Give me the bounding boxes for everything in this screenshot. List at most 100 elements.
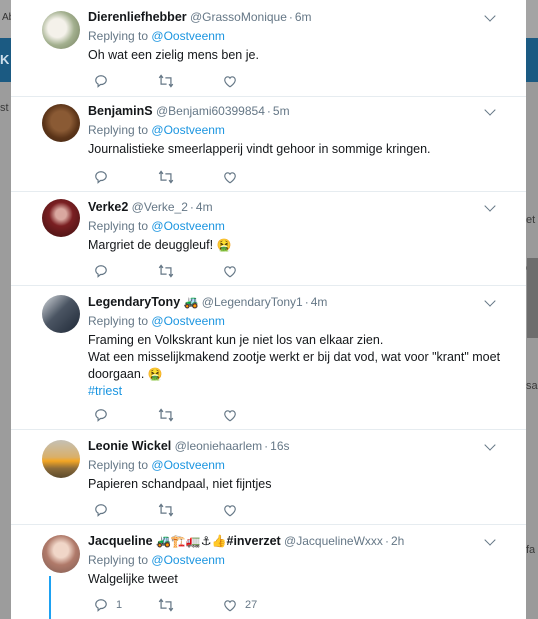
tweet-actions <box>88 407 388 423</box>
avatar[interactable] <box>42 11 80 49</box>
like-button[interactable]: 27 <box>223 597 257 613</box>
replying-to-label: Replying to <box>88 123 149 137</box>
timestamp[interactable]: 4m <box>311 295 328 309</box>
chevron-down-icon[interactable] <box>484 200 496 212</box>
reply-tweet[interactable]: Dierenliefhebber @GrassoMonique · 6m Reply… <box>11 0 526 97</box>
chevron-down-icon[interactable] <box>484 295 496 307</box>
tweet-actions <box>88 73 388 89</box>
reply-tweet[interactable]: Leonie Wickel @leoniehaarlem · 16s Replyin… <box>11 429 526 525</box>
timestamp[interactable]: 2h <box>391 534 404 548</box>
replying-to: Replying to @Oostveenm <box>88 28 512 44</box>
like-button[interactable] <box>223 73 237 89</box>
reply-button[interactable] <box>94 169 108 185</box>
like-button[interactable] <box>223 263 237 279</box>
retweet-button[interactable] <box>158 597 174 613</box>
hashtag-link[interactable]: #triest <box>88 383 512 400</box>
background-right-fragment-3: sa <box>526 380 538 392</box>
user-handle[interactable]: @LegendaryTony1 <box>202 295 303 309</box>
mention-link[interactable]: @Oostveenm <box>151 123 225 137</box>
avatar[interactable] <box>42 104 80 142</box>
reply-tweet[interactable]: BenjaminS @Benjami60399854 · 5m Replying t… <box>11 96 526 192</box>
reply-button[interactable] <box>94 502 108 518</box>
user-handle[interactable]: @leoniehaarlem <box>175 439 263 453</box>
replying-to-label: Replying to <box>88 29 149 43</box>
tweet-text-line: Framing en Volkskrant kun je niet los va… <box>88 333 384 347</box>
user-handle[interactable]: @GrassoMonique <box>190 10 287 24</box>
reply-tweet[interactable]: Verke2 @Verke_2 · 4m Replying to @Oostveen… <box>11 191 526 286</box>
avatar[interactable] <box>42 199 80 237</box>
background-right-fragment-1: et w <box>526 214 538 226</box>
timestamp[interactable]: 4m <box>196 200 213 214</box>
background-nav-label: K <box>0 52 10 67</box>
reply-button[interactable] <box>94 73 108 89</box>
separator-dot: · <box>189 200 194 214</box>
retweet-button[interactable] <box>158 169 174 185</box>
mention-link[interactable]: @Oostveenm <box>151 219 225 233</box>
avatar[interactable] <box>42 535 80 573</box>
user-name[interactable]: Leonie Wickel <box>88 439 171 453</box>
chevron-down-icon[interactable] <box>484 104 496 116</box>
tweet-text: Walgelijke tweet <box>88 572 178 586</box>
retweet-icon <box>158 408 174 422</box>
user-name[interactable]: Dierenliefhebber <box>88 10 187 24</box>
name-hashtag: #inverzet <box>226 534 281 548</box>
user-handle[interactable]: @Benjami60399854 <box>156 104 265 118</box>
tweet-text: Margriet de deuggleuf! 🤮 <box>88 237 512 254</box>
like-button[interactable] <box>223 169 237 185</box>
reply-button[interactable] <box>94 407 108 423</box>
replying-to: Replying to @Oostveenm <box>88 457 512 473</box>
mention-link[interactable]: @Oostveenm <box>151 553 225 567</box>
chevron-down-icon[interactable] <box>484 10 496 22</box>
user-handle[interactable]: @Verke_2 <box>132 200 188 214</box>
tweet-text: Journalistieke smeerlapperij vindt gehoo… <box>88 142 431 156</box>
heart-icon <box>224 265 236 277</box>
thread-line <box>49 576 51 619</box>
tweet-text-line: doorgaan. <box>88 367 145 381</box>
like-button[interactable] <box>223 502 237 518</box>
tractor-emoji: 🚜 <box>183 295 199 309</box>
like-button[interactable] <box>223 407 237 423</box>
user-handle[interactable]: @JacquelineWxxx <box>284 534 383 548</box>
user-name[interactable]: Verke2 <box>88 200 128 214</box>
user-name[interactable]: Jacqueline <box>88 534 153 548</box>
separator-dot: · <box>264 439 269 453</box>
reply-button[interactable]: 1 <box>94 597 122 613</box>
timestamp[interactable]: 5m <box>273 104 290 118</box>
retweet-button[interactable] <box>158 263 174 279</box>
retweet-icon <box>158 264 174 278</box>
background-left-strip: st <box>0 82 11 619</box>
background-right-fragment-4: fa <box>526 544 536 556</box>
user-name[interactable]: BenjaminS <box>88 104 153 118</box>
replying-to-label: Replying to <box>88 458 149 472</box>
mention-link[interactable]: @Oostveenm <box>151 458 225 472</box>
chevron-down-icon[interactable] <box>484 534 496 546</box>
user-name[interactable]: LegendaryTony <box>88 295 180 309</box>
retweet-button[interactable] <box>158 73 174 89</box>
mention-link[interactable]: @Oostveenm <box>151 314 225 328</box>
heart-icon <box>224 75 236 87</box>
heart-icon <box>224 599 236 611</box>
tweet-text-line: Wat een misselijkmakend zootje werkt er … <box>88 350 501 364</box>
tweet-text: Oh wat een zielig mens ben je. <box>88 48 259 62</box>
retweet-icon <box>158 598 174 612</box>
replying-to: Replying to @Oostveenm <box>88 552 512 568</box>
reply-tweet[interactable]: Jacqueline 🚜🏗️🚛⚓👍#inverzet @JacquelineWx… <box>11 524 526 619</box>
nauseated-face-emoji: 🤮 <box>147 367 163 381</box>
reply-icon <box>95 599 107 612</box>
separator-dot: · <box>288 10 293 24</box>
retweet-button[interactable] <box>158 502 174 518</box>
replying-to: Replying to @Oostveenm <box>88 313 512 329</box>
mention-link[interactable]: @Oostveenm <box>151 29 225 43</box>
reply-button[interactable] <box>94 263 108 279</box>
retweet-button[interactable] <box>158 407 174 423</box>
background-scrollbar[interactable] <box>527 258 538 338</box>
tweet-actions <box>88 263 388 279</box>
reply-icon <box>95 504 107 517</box>
avatar[interactable] <box>42 440 80 478</box>
separator-dot: · <box>384 534 389 548</box>
timestamp[interactable]: 16s <box>270 439 289 453</box>
timestamp[interactable]: 6m <box>295 10 312 24</box>
reply-tweet[interactable]: LegendaryTony 🚜 @LegendaryTony1 · 4m Reply… <box>11 285 526 430</box>
avatar[interactable] <box>42 295 80 333</box>
chevron-down-icon[interactable] <box>484 439 496 451</box>
